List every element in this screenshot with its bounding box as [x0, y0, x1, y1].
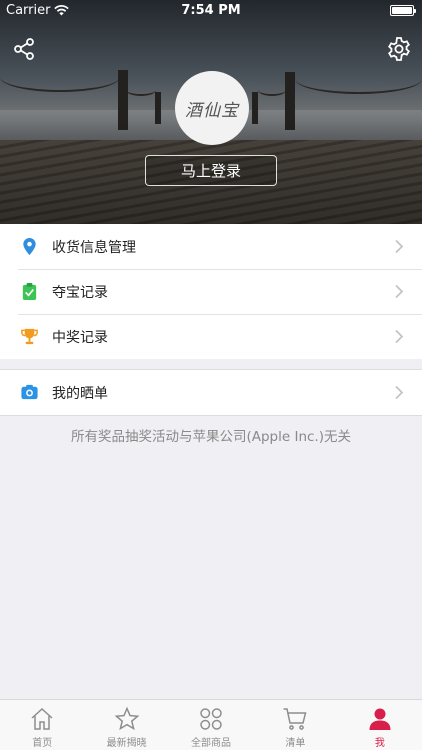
- home-icon: [31, 707, 53, 730]
- login-button-label: 马上登录: [180, 162, 241, 180]
- tab-label: 我: [374, 738, 385, 749]
- chevron-right-icon: [395, 329, 404, 344]
- pier-rope: [0, 62, 120, 92]
- status-time: 7:54 PM: [181, 3, 241, 18]
- menu-item-treasure-records[interactable]: 夺宝记录: [0, 269, 422, 314]
- share-icon: [14, 38, 34, 60]
- camera-icon: [21, 384, 38, 400]
- tab-label: 首页: [32, 738, 53, 749]
- pier-rope: [295, 64, 422, 94]
- status-bar: Carrier 7:54 PM: [0, 0, 422, 22]
- share-menu: 我的晒单: [0, 369, 422, 416]
- disclaimer-text: 所有奖品抽奖活动与苹果公司(Apple Inc.)无关: [70, 429, 351, 445]
- tab-cart[interactable]: 清单: [253, 700, 337, 750]
- tab-label: 全部商品: [191, 738, 232, 749]
- tab-bar: 首页 最新揭晓 全部商品 清单 我: [0, 699, 422, 750]
- login-button[interactable]: 马上登录: [145, 155, 277, 186]
- pier-rope: [126, 84, 156, 96]
- tab-label: 清单: [285, 738, 306, 749]
- pier-rope: [258, 84, 286, 96]
- chevron-right-icon: [395, 239, 404, 254]
- menu-item-label: 收货信息管理: [52, 239, 136, 256]
- gear-icon: [388, 37, 410, 61]
- tab-label: 最新揭晓: [106, 738, 147, 749]
- person-icon: [369, 708, 391, 730]
- star-icon: [114, 706, 140, 731]
- chevron-right-icon: [395, 284, 404, 299]
- menu-item-winning-records[interactable]: 中奖记录: [0, 314, 422, 359]
- menu-item-my-posts[interactable]: 我的晒单: [0, 370, 422, 415]
- tab-me[interactable]: 我: [338, 700, 422, 750]
- grid-icon: [200, 708, 222, 730]
- trophy-icon: [21, 328, 38, 345]
- battery-icon: [390, 5, 416, 16]
- clipboard-check-icon: [22, 282, 37, 301]
- tab-latest-results[interactable]: 最新揭晓: [84, 700, 168, 750]
- avatar[interactable]: 酒仙宝: [175, 71, 249, 145]
- tab-home[interactable]: 首页: [0, 700, 84, 750]
- location-pin-icon: [23, 237, 36, 256]
- avatar-logo-text: 酒仙宝: [185, 100, 239, 121]
- menu-item-label: 中奖记录: [52, 329, 108, 346]
- chevron-right-icon: [395, 385, 404, 400]
- cart-icon: [283, 708, 307, 730]
- menu-item-label: 我的晒单: [52, 385, 108, 402]
- settings-button[interactable]: [386, 36, 412, 62]
- account-menu: 收货信息管理 夺宝记录 中奖记录: [0, 224, 422, 359]
- share-button[interactable]: [12, 37, 36, 61]
- menu-item-label: 夺宝记录: [52, 284, 108, 301]
- tab-all-products[interactable]: 全部商品: [169, 700, 253, 750]
- menu-item-address-management[interactable]: 收货信息管理: [0, 224, 422, 269]
